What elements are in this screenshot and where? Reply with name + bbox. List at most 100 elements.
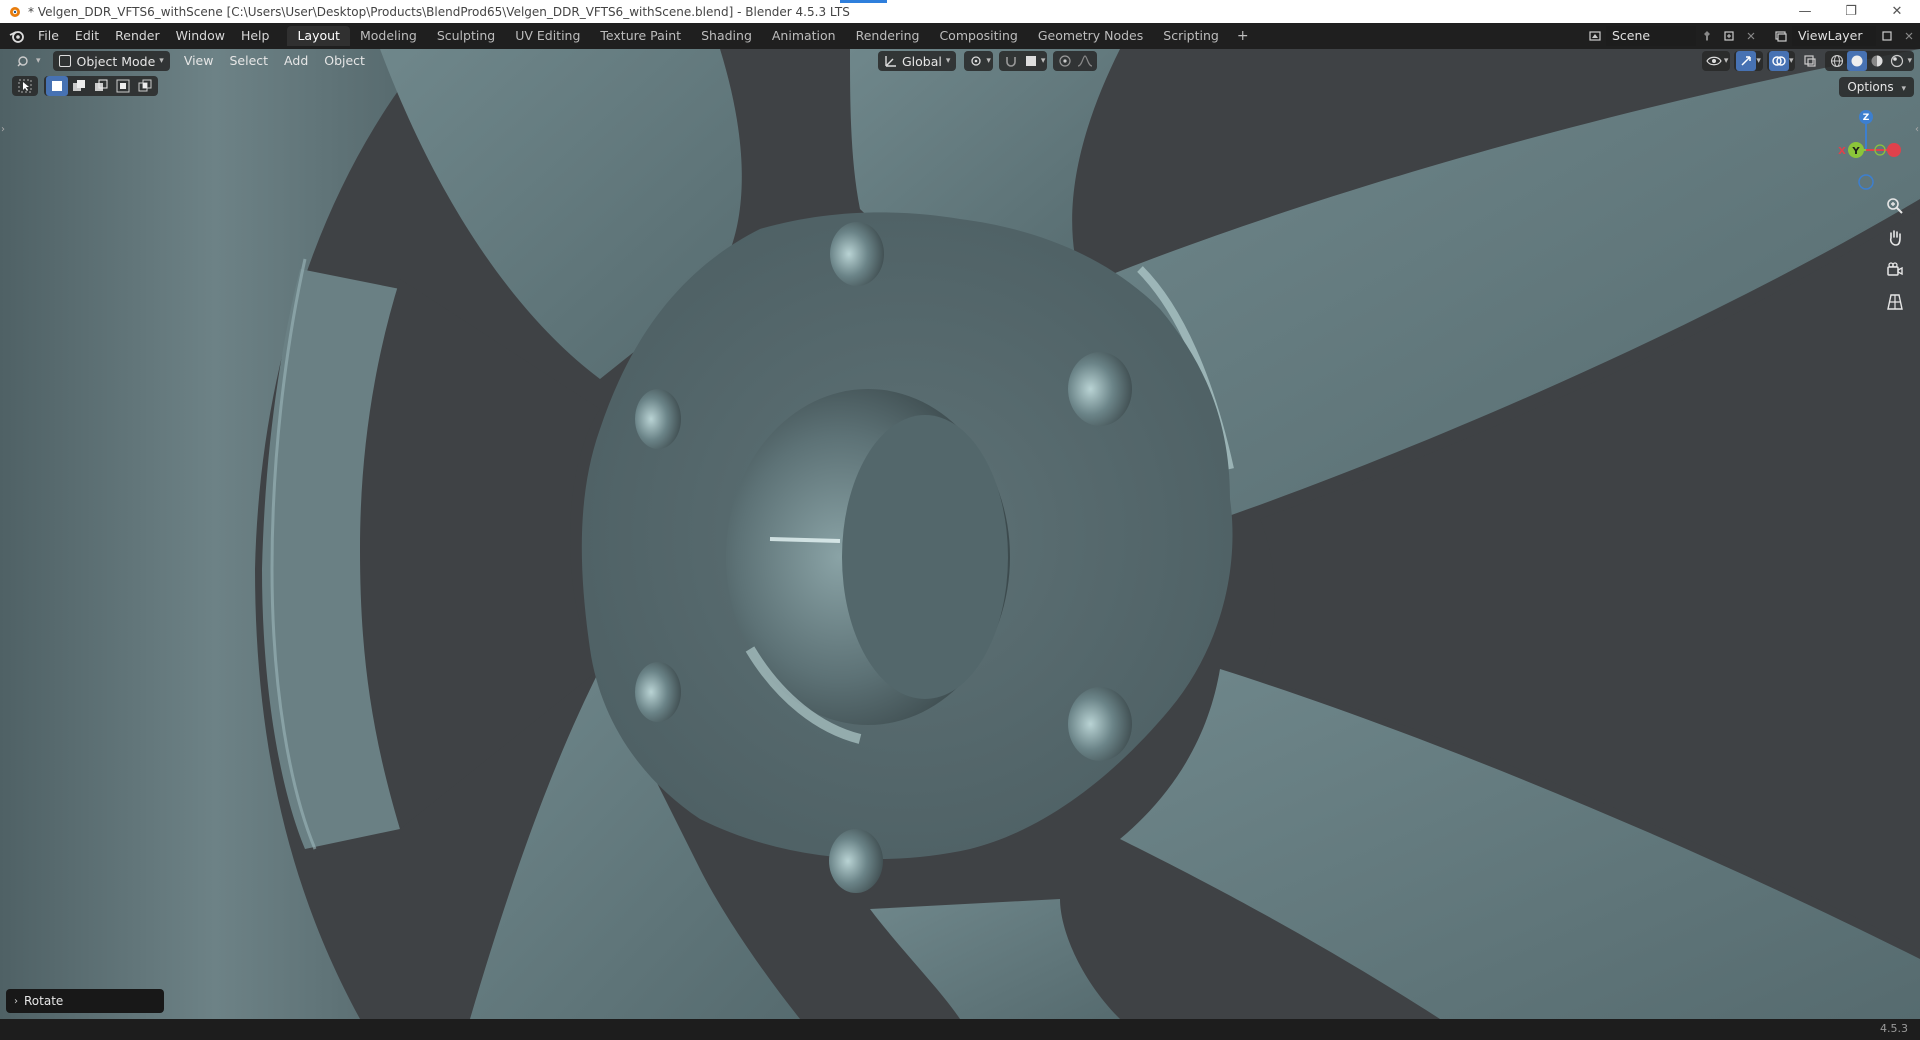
delete-viewlayer-icon[interactable] (1898, 26, 1920, 46)
chevron-down-icon: ▾ (159, 56, 164, 66)
viewport-menu-add[interactable]: Add (276, 51, 316, 71)
show-gizmo-icon[interactable] (1736, 51, 1757, 71)
show-overlays-icon[interactable] (1768, 51, 1789, 71)
viewlayer-icon (1770, 26, 1792, 46)
tab-scripting[interactable]: Scripting (1153, 26, 1229, 46)
tab-texture-paint[interactable]: Texture Paint (590, 26, 691, 46)
snap-target-icon[interactable] (1021, 51, 1041, 71)
tab-geometry-nodes[interactable]: Geometry Nodes (1028, 26, 1153, 46)
proportional-editing-group (1053, 51, 1098, 71)
menu-edit[interactable]: Edit (67, 26, 107, 46)
pan-hand-icon[interactable] (1882, 225, 1908, 251)
scene-icon (1584, 26, 1606, 46)
chevron-down-icon: ▾ (1040, 56, 1046, 66)
shading-mode-group: ▾ (1825, 51, 1914, 71)
options-label: Options (1847, 80, 1894, 94)
x-axis-handle[interactable] (1887, 143, 1901, 157)
last-operator-panel[interactable]: › Rotate (6, 989, 164, 1013)
window-title: * Velgen_DDR_VFTS6_withScene [C:\Users\U… (28, 4, 850, 19)
navigation-tools (1882, 193, 1908, 315)
mode-selector[interactable]: Object Mode ▾ (52, 51, 170, 71)
close-button[interactable]: ✕ (1874, 0, 1920, 23)
scene-name-field[interactable]: Scene (1606, 26, 1696, 46)
sidebar-expand-arrow-icon[interactable]: ‹ (1915, 124, 1919, 135)
new-scene-icon[interactable] (1718, 26, 1740, 46)
gizmo-toggle-group: ▾ (1734, 51, 1763, 71)
chevron-down-icon: ▾ (986, 56, 991, 66)
solid-shading-icon[interactable] (1847, 51, 1868, 71)
toolbar-expand-arrow-icon[interactable]: › (1, 124, 5, 135)
tab-layout[interactable]: Layout (287, 26, 350, 46)
xray-toggle-icon[interactable] (1799, 51, 1821, 71)
rendered-shading-icon[interactable] (1887, 51, 1907, 71)
viewport-menu-object[interactable]: Object (316, 51, 373, 71)
camera-view-icon[interactable] (1882, 257, 1908, 283)
menu-render[interactable]: Render (107, 26, 168, 46)
menu-window[interactable]: Window (168, 26, 233, 46)
gizmo-x-label: X (1838, 146, 1846, 157)
viewport-menu-select[interactable]: Select (221, 51, 276, 71)
pivot-icon (966, 51, 986, 71)
viewport-menu-view[interactable]: View (176, 51, 222, 71)
menu-help[interactable]: Help (233, 26, 278, 46)
scene-selector[interactable]: Scene (1584, 26, 1762, 46)
zoom-icon[interactable] (1882, 193, 1908, 219)
select-new-icon[interactable] (46, 76, 68, 96)
pivot-point-selector[interactable]: ▾ (964, 51, 993, 71)
3d-viewport[interactable] (0, 49, 1920, 1019)
proportional-edit-icon[interactable] (1055, 51, 1075, 71)
viewlayer-name-field[interactable]: ViewLayer (1792, 26, 1876, 46)
visibility-selector[interactable]: ▾ (1701, 51, 1731, 71)
transform-orientation-selector[interactable]: Global ▾ (877, 51, 957, 71)
viewlayer-selector[interactable]: ViewLayer (1770, 26, 1920, 46)
perspective-grid-icon[interactable] (1882, 289, 1908, 315)
gizmo-y-label: Y (1851, 146, 1860, 157)
maximize-button[interactable]: ❐ (1828, 0, 1874, 23)
select-subtract-icon[interactable] (90, 76, 112, 96)
tab-animation[interactable]: Animation (762, 26, 846, 46)
select-invert-icon[interactable] (112, 76, 134, 96)
tab-rendering[interactable]: Rendering (846, 26, 930, 46)
editor-type-icon (17, 56, 28, 67)
select-intersect-icon[interactable] (134, 76, 156, 96)
chevron-down-icon: ▾ (1907, 56, 1912, 66)
orientation-icon (885, 56, 896, 67)
add-workspace-button[interactable]: + (1229, 28, 1257, 44)
chevron-down-icon: ▾ (36, 56, 41, 66)
snap-toggle-icon[interactable] (1001, 51, 1021, 71)
pin-icon[interactable] (1696, 26, 1718, 46)
chevron-down-icon: ▾ (1901, 84, 1906, 94)
blender-logo-icon[interactable] (4, 23, 30, 49)
tab-shading[interactable]: Shading (691, 26, 762, 46)
delete-scene-icon[interactable] (1740, 26, 1762, 46)
titlebar-accent (840, 0, 887, 3)
tweak-tool-button[interactable] (12, 76, 38, 96)
wheel-render (0, 49, 1920, 1019)
tab-uv-editing[interactable]: UV Editing (505, 26, 590, 46)
chevron-right-icon: › (14, 995, 18, 1007)
editor-type-button[interactable]: ▾ (10, 51, 47, 71)
mode-label: Object Mode (76, 53, 156, 69)
object-mode-icon (58, 55, 71, 67)
menu-file[interactable]: File (30, 26, 67, 46)
navigation-gizmo[interactable]: Z Y X (1826, 107, 1906, 197)
cursor-arrow-icon (14, 76, 36, 96)
selection-mode-group (44, 76, 158, 96)
options-dropdown[interactable]: Options ▾ (1839, 77, 1914, 97)
material-preview-icon[interactable] (1867, 51, 1887, 71)
neg-z-axis-handle[interactable] (1858, 174, 1874, 190)
viewport-header: ▾ Object Mode ▾ View Select Add Object G… (0, 49, 1920, 73)
status-bar: 4.5.3 (0, 1019, 1920, 1040)
tab-compositing[interactable]: Compositing (929, 26, 1027, 46)
falloff-curve-icon[interactable] (1075, 51, 1095, 71)
tab-modeling[interactable]: Modeling (350, 26, 427, 46)
blender-app-icon (6, 4, 22, 20)
snapping-group: ▾ (998, 51, 1048, 71)
version-label: 4.5.3 (1880, 1022, 1908, 1035)
blender-topbar: File Edit Render Window Help Layout Mode… (0, 23, 1920, 49)
minimize-button[interactable]: — (1782, 0, 1828, 23)
tab-sculpting[interactable]: Sculpting (427, 26, 505, 46)
wireframe-shading-icon[interactable] (1827, 51, 1847, 71)
new-viewlayer-icon[interactable] (1876, 26, 1898, 46)
select-extend-icon[interactable] (68, 76, 90, 96)
